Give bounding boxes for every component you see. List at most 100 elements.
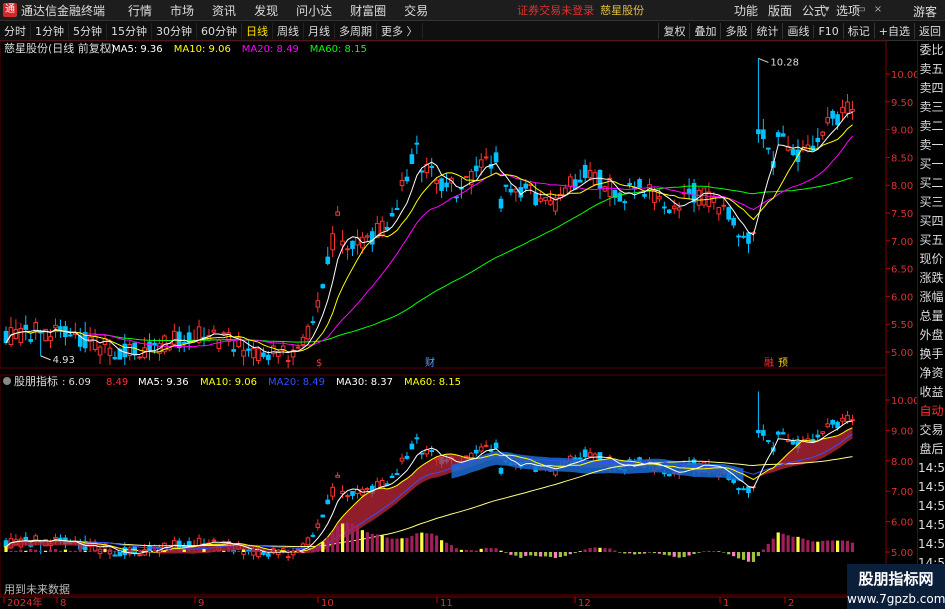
candle-body — [597, 169, 603, 189]
histogram-bar — [469, 550, 473, 552]
histogram-bar — [756, 552, 760, 556]
back-button[interactable]: 返回 — [914, 23, 945, 39]
side-panel-item[interactable]: 买一 — [918, 155, 945, 174]
histogram-bar — [717, 551, 721, 552]
sub-candle-body — [345, 495, 350, 498]
sub-candle-body — [53, 536, 58, 540]
histogram-bar — [826, 540, 830, 552]
side-panel-item[interactable]: 买四 — [918, 212, 945, 231]
candle-body — [775, 132, 781, 137]
histogram-bar — [608, 548, 612, 552]
sub-candle-body — [310, 534, 316, 537]
side-panel-item[interactable]: 外盘 — [918, 326, 945, 345]
time-axis-label: 1 — [723, 598, 729, 609]
histogram-bar — [776, 532, 780, 552]
histogram-bar — [801, 538, 805, 552]
histogram-bar — [385, 537, 389, 552]
sub-candle-body — [414, 437, 420, 440]
candle-body — [498, 198, 504, 209]
side-panel-item[interactable]: 买五 — [918, 231, 945, 250]
side-panel-item[interactable]: 14:56 — [918, 535, 945, 554]
kline-chart-area[interactable]: 慈星股份(日线 前复权) 股朋指标 用到未来数据 10.00 9.50 9.00 8.… — [0, 0, 917, 609]
histogram-bar — [331, 532, 335, 552]
histogram-bar — [108, 549, 112, 552]
sub-ma10-line — [5, 427, 853, 553]
app-window: { "app": {"title": "通达信金融终端", "logo": "通… — [0, 0, 945, 609]
candle-body — [300, 336, 306, 345]
sub-ma-label: MA10: 9.06 — [200, 377, 257, 388]
side-panel-item[interactable]: 盘后 — [918, 440, 945, 459]
candle-body — [28, 339, 34, 342]
histogram-bar — [672, 552, 676, 557]
side-panel-item[interactable]: 涨跌 — [918, 269, 945, 288]
candle-body — [330, 233, 335, 251]
time-axis-label: 12 — [578, 598, 591, 609]
histogram-bar — [4, 546, 8, 552]
histogram-bar — [251, 549, 256, 552]
side-panel-item[interactable]: 买三 — [918, 193, 945, 212]
histogram-bar — [355, 525, 360, 552]
sub-candle-body — [147, 546, 152, 552]
price-axis-label: 8.50 — [891, 153, 913, 164]
candle-body — [310, 321, 316, 324]
histogram-bar — [623, 552, 627, 554]
sub-chart-frame — [0, 374, 887, 596]
sub-candle-body — [835, 421, 840, 429]
candle-body — [394, 208, 400, 211]
sub-candle-body — [300, 543, 306, 549]
candle-body — [840, 106, 845, 114]
histogram-bar — [543, 552, 548, 557]
candle-body — [444, 182, 449, 188]
histogram-bar — [652, 552, 657, 554]
side-panel-item[interactable]: 卖四 — [918, 79, 945, 98]
price-axis-label: 6.50 — [891, 265, 913, 276]
histogram-bar — [811, 541, 815, 552]
histogram-bar — [563, 552, 567, 556]
histogram-bar — [157, 550, 162, 552]
side-panel-item[interactable]: 卖二 — [918, 117, 945, 136]
side-panel-item[interactable]: 14:56 — [918, 478, 945, 497]
sub-candle-body — [404, 455, 410, 459]
side-panel-item[interactable]: 卖五 — [918, 60, 945, 79]
candle-body — [370, 231, 375, 245]
side-panel-item[interactable]: 卖一 — [918, 136, 945, 155]
side-panel-item[interactable]: 买二 — [918, 174, 945, 193]
sub-candle-body — [330, 486, 335, 497]
sub-candle-body — [761, 430, 766, 436]
side-panel-item[interactable]: 卖三 — [918, 98, 945, 117]
time-axis-label: 9 — [198, 598, 204, 609]
sub-candle-body — [736, 488, 741, 491]
side-panel-item[interactable]: 总量 — [918, 307, 945, 326]
candle-body — [419, 170, 425, 173]
histogram-bar — [44, 550, 48, 552]
histogram-bar — [103, 549, 107, 552]
side-panel-item[interactable]: 涨幅 — [918, 288, 945, 307]
histogram-bar — [657, 552, 661, 554]
side-panel-item[interactable]: 自动 — [918, 402, 945, 421]
price-axis-label: 5.50 — [891, 320, 913, 331]
side-panel-item[interactable]: 14:56 — [918, 516, 945, 535]
side-panel-item[interactable]: 委比 — [918, 41, 945, 60]
sub-candle-body — [295, 548, 301, 551]
candle-body — [657, 196, 662, 200]
side-panel-item[interactable]: 交易 — [918, 421, 945, 440]
ma20-line — [5, 135, 853, 348]
candle-body — [582, 164, 588, 179]
side-panel-item[interactable]: 现价 — [918, 250, 945, 269]
sub-ma-label: MA20: 8.49 — [268, 377, 325, 388]
histogram-bar — [311, 548, 315, 552]
side-panel-item[interactable]: 净资 — [918, 364, 945, 383]
histogram-bar — [816, 541, 820, 552]
candle-body — [652, 189, 657, 203]
histogram-bar — [489, 548, 493, 552]
candle-body — [671, 205, 677, 210]
side-panel-item[interactable]: 14:56 — [918, 459, 945, 478]
side-panel-item[interactable]: 收益 — [918, 383, 945, 402]
sub-candle-body — [58, 537, 63, 541]
sub-candle-body — [320, 514, 326, 518]
candle-body — [399, 179, 405, 187]
sub-candle-body — [845, 414, 850, 422]
sub-candle-body — [325, 499, 331, 505]
side-panel-item[interactable]: 换手 — [918, 345, 945, 364]
side-panel-item[interactable]: 14:56 — [918, 497, 945, 516]
